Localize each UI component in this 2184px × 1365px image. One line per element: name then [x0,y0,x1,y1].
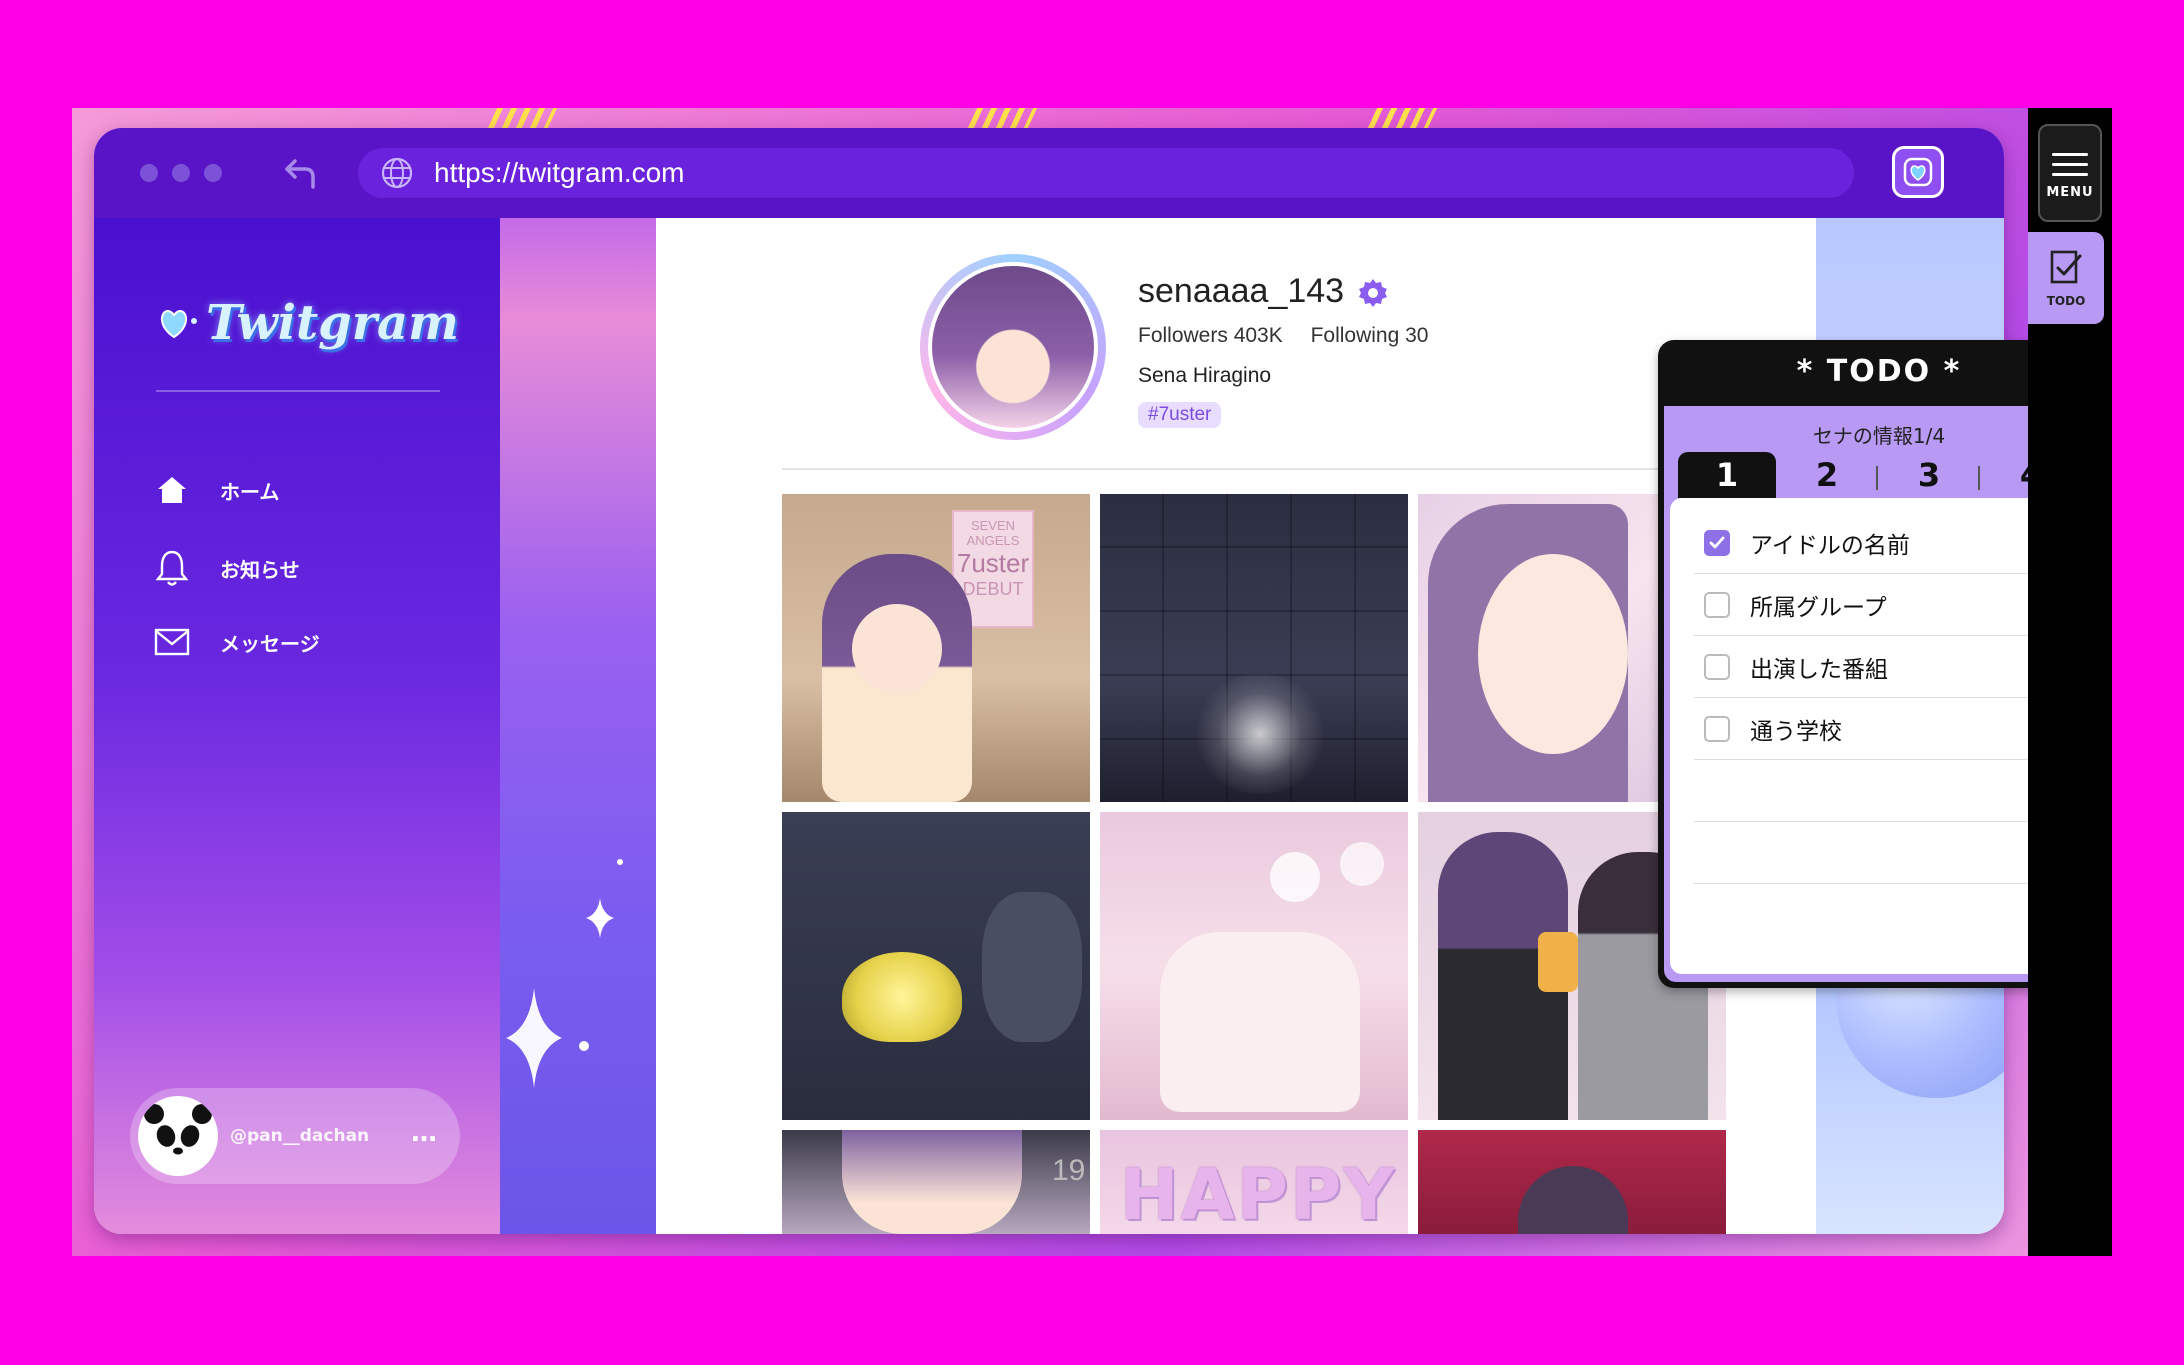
todo-page-tab-2[interactable]: 2 [1778,452,1876,498]
todo-checkbox[interactable] [1704,715,1730,742]
panda-icon [140,1098,216,1174]
todo-checkbox-checked[interactable] [1704,529,1730,556]
todo-page-tab-1[interactable]: 1 [1678,452,1776,498]
twitgram-logo[interactable]: Twitgram [154,288,459,358]
group-hashtag[interactable]: #7uster [1138,402,1222,428]
nav-item-home[interactable]: ホーム [154,462,279,518]
poster-text: ANGELS [966,533,1020,548]
checklist-icon [2050,250,2082,284]
post-red-room[interactable] [1418,1130,1726,1234]
profile-picture [932,266,1094,428]
nav-label: ホーム [220,479,280,504]
twitgram-app-button[interactable] [1892,146,1944,198]
poster-text: SEVEN [970,518,1016,533]
nav-item-messages[interactable]: メッセージ [154,614,320,670]
sidebar-divider [156,390,440,392]
tab-separator [1876,466,1878,490]
game-frame: https://twitgram.com Twitgram ホーム お知らせ メ… [72,108,2112,1256]
right-rail: MENU TODO [2028,108,2112,1256]
todo-toggle-button[interactable]: TODO [2028,232,2104,324]
user-avatar-panda [138,1096,218,1176]
todo-checkbox[interactable] [1704,591,1730,618]
post-caption-text: 19 [1052,1154,1086,1187]
nav-label: お知らせ [220,557,300,582]
todo-item[interactable]: 所属グループ [1694,574,2064,636]
url-text: https://twitgram.com [434,157,685,188]
user-handle: @pan__dachan [230,1126,370,1146]
post-happy-balloons[interactable]: HAPPY [1100,1130,1408,1234]
menu-button[interactable]: MENU [2038,124,2102,222]
browser-title-bar: https://twitgram.com [94,128,2004,218]
todo-item[interactable]: 通う学校 [1694,698,2064,760]
menu-icon [2052,146,2088,183]
sidebar: Twitgram ホーム お知らせ メッセージ @pan__dachan … [94,218,500,1234]
window-dot [140,164,158,182]
nav-label: メッセージ [220,631,320,656]
todo-item-label: 出演した番組 [1750,656,1888,683]
profile-avatar[interactable] [920,254,1106,440]
follow-stats: Followers 403K Following 30 [1138,324,1450,348]
sparkle-icon [506,859,623,1088]
url-bar[interactable]: https://twitgram.com [358,148,1854,198]
todo-item[interactable]: アイドルの名前 [1694,512,2064,574]
todo-tab-label: TODO [2046,294,2086,308]
todo-checkbox[interactable] [1704,653,1730,680]
post-flower-lamp[interactable] [782,812,1090,1120]
todo-item[interactable]: 出演した番組 [1694,636,2064,698]
bell-icon [155,550,189,586]
post-glass-slipper[interactable] [1100,494,1408,802]
decor-stripe [1366,108,1438,130]
home-icon [158,477,186,503]
decor-stripe [966,108,1038,130]
tab-separator [1978,466,1980,490]
back-arrow-icon [285,159,315,189]
decorative-strip [500,218,656,1234]
profile-username: senaaaa_143 [1138,272,1345,310]
todo-item-label: アイドルの名前 [1750,532,1910,559]
window-dot [172,164,190,182]
globe-icon [381,157,413,189]
post-nail-art[interactable] [1100,812,1408,1120]
poster-text: 7uster [956,548,1030,578]
post-caption-text: HAPPY [1120,1154,1397,1234]
todo-list: アイドルの名前 所属グループ 出演した番組 通う学校 [1670,498,2088,974]
check-icon [1709,536,1725,548]
following-count[interactable]: Following 30 [1311,324,1429,347]
back-button[interactable] [278,150,324,196]
profile-main: senaaaa_143 Followers 403K Following 30 … [656,218,1816,1234]
profile-real-name: Sena Hiragino [1138,364,1272,387]
todo-item-label: 所属グループ [1750,594,1887,621]
menu-label: MENU [2046,185,2094,200]
heart-logo-icon [161,309,197,339]
logo-text: Twitgram [206,295,459,351]
todo-item-empty [1694,760,2064,822]
verified-badge-icon [1359,279,1387,307]
post-bus-selfie[interactable]: 19 [782,1130,1090,1234]
nav-item-notifications[interactable]: お知らせ [154,540,300,596]
window-dot [204,164,222,182]
mail-icon [154,628,190,656]
todo-item-label: 通う学校 [1750,718,1842,745]
todo-page-tab-3[interactable]: 3 [1880,452,1978,498]
user-more-button[interactable]: … [411,1118,438,1148]
decor-stripe [486,108,558,130]
post-debut-announcement[interactable]: SEVEN ANGELS 7uster DEBUT [782,494,1090,802]
heart-app-icon [1903,157,1933,187]
current-user-card[interactable]: @pan__dachan … [130,1088,460,1184]
followers-count[interactable]: Followers 403K [1138,324,1283,347]
todo-item-empty [1694,822,2064,884]
